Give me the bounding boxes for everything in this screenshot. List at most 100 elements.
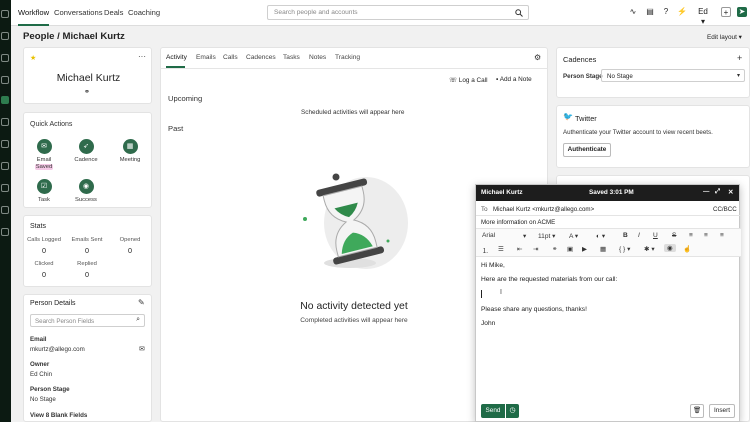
preview-icon[interactable]: ◉	[664, 244, 676, 252]
indent-icon[interactable]: ⇥	[533, 245, 539, 253]
nav-icon[interactable]	[1, 162, 9, 170]
nav-icon[interactable]	[1, 32, 9, 40]
tab-divider	[160, 68, 548, 69]
person-fields-search-input[interactable]: Search Person Fields ⌕	[30, 314, 145, 327]
email-value[interactable]: mkurtz@allego.com	[30, 346, 85, 353]
link-icon[interactable]: ⚭	[84, 88, 90, 96]
align-center-icon[interactable]: ≡	[704, 232, 708, 239]
hand-icon[interactable]: ☝	[683, 245, 691, 253]
body-greeting[interactable]: Hi Mike,	[481, 262, 505, 269]
nav-conversations[interactable]: Conversations	[54, 0, 103, 26]
send-icon[interactable]: ➤	[737, 7, 747, 17]
font-select[interactable]: Arial	[482, 232, 495, 239]
tab-calls[interactable]: Calls	[223, 54, 238, 61]
cadence-stage-select[interactable]: No Stage ▾	[601, 69, 745, 82]
align-left-icon[interactable]: ≡	[689, 232, 693, 239]
more-icon[interactable]: ···	[138, 52, 146, 61]
global-search-input[interactable]: Search people and accounts	[267, 5, 529, 20]
mail-icon[interactable]: ✉	[139, 345, 145, 353]
text-color-icon[interactable]: A ▾	[569, 232, 578, 240]
to-field[interactable]: Michael Kurtz <mkurtz@allego.com>	[493, 206, 594, 213]
authenticate-button[interactable]: Authenticate	[563, 143, 611, 157]
reports-icon[interactable]: ▤	[645, 7, 655, 17]
font-chevron-icon[interactable]: ▾	[523, 232, 526, 240]
nav-icon[interactable]	[1, 228, 9, 236]
rocket-icon: ➶	[78, 139, 94, 154]
insert-button[interactable]: Insert	[709, 404, 735, 418]
link-icon[interactable]: ⚭	[552, 245, 558, 253]
expand-icon[interactable]: ⤢	[715, 188, 720, 196]
people-icon[interactable]	[1, 96, 9, 104]
view-blank-fields-link[interactable]: View 8 Blank Fields	[30, 412, 87, 419]
quick-actions-card: Quick Actions ✉ Email Saved ➶ Cadence ▦ Meet…	[23, 112, 152, 208]
outdent-icon[interactable]: ⇤	[517, 245, 523, 253]
upcoming-empty-text: Scheduled activities will appear here	[301, 109, 405, 116]
minimize-icon[interactable]: —	[703, 188, 709, 195]
star-icon[interactable]: ★	[30, 54, 36, 62]
stage-value: No Stage	[30, 396, 56, 403]
nav-workflow[interactable]: Workflow	[18, 0, 50, 26]
code-icon[interactable]: { } ▾	[619, 245, 630, 253]
underline-icon[interactable]: U	[653, 232, 658, 239]
numbered-list-icon[interactable]: ⒈	[482, 245, 489, 255]
schedule-send-icon[interactable]: ◷	[506, 404, 519, 418]
body-line[interactable]: Here are the requested materials from ou…	[481, 276, 617, 283]
home-icon[interactable]	[1, 10, 9, 18]
breadcrumb-current: Michael Kurtz	[62, 31, 125, 42]
formatting-toolbar: Arial ▾ 11pt ▾ A ▾ ◐ ▾ B I U S ≡ ≡ ≡ ⒈ ☰…	[476, 228, 741, 257]
bolt-icon[interactable]: ⚡	[677, 7, 687, 17]
tab-emails[interactable]: Emails	[196, 54, 216, 61]
tab-tracking[interactable]: Tracking	[335, 54, 360, 61]
nav-coaching[interactable]: Coaching	[128, 0, 160, 26]
stats-card: Stats Calls Logged 0 Emails Sent 0 Opened 0…	[23, 215, 152, 287]
add-icon[interactable]: +	[737, 53, 742, 63]
bold-icon[interactable]: B	[623, 232, 628, 239]
nav-icon[interactable]	[1, 118, 9, 126]
delete-icon[interactable]: 🗑	[690, 404, 704, 418]
nav-icon[interactable]	[1, 140, 9, 148]
help-icon[interactable]: ?	[661, 7, 671, 17]
bullet-list-icon[interactable]: ☰	[498, 245, 504, 253]
table-icon[interactable]: ▦	[600, 245, 606, 253]
highlight-icon[interactable]: ◐ ▾	[596, 232, 605, 240]
add-icon[interactable]: +	[721, 7, 731, 17]
tab-activity[interactable]: Activity	[166, 54, 187, 61]
size-select[interactable]: 11pt ▾	[538, 232, 556, 240]
twitter-description: Authenticate your Twitter account to vie…	[563, 129, 713, 136]
composer-header[interactable]: Michael Kurtz Saved 3:01 PM — ⤢ ✕	[476, 185, 739, 201]
log-call-button[interactable]: ☏ Log a Call	[449, 76, 488, 84]
task-action[interactable]: ☑ Task	[24, 179, 64, 203]
breadcrumb-people[interactable]: People	[23, 31, 54, 42]
send-button[interactable]: Send	[481, 404, 505, 418]
edit-layout-button[interactable]: Edit layout ▾	[707, 33, 742, 41]
owner-value: Ed Chin	[30, 371, 53, 378]
align-right-icon[interactable]: ≡	[720, 232, 724, 239]
tab-notes[interactable]: Notes	[309, 54, 326, 61]
settings-icon[interactable]: ⚙	[534, 53, 541, 62]
cc-bcc-link[interactable]: CC/BCC	[713, 206, 737, 213]
edit-icon[interactable]: ✎	[138, 298, 145, 307]
activity-icon[interactable]: ∿	[628, 7, 638, 17]
add-note-button[interactable]: ▪ Add a Note	[496, 76, 532, 83]
special-char-icon[interactable]: ✱ ▾	[644, 245, 655, 253]
nav-icon[interactable]	[1, 184, 9, 192]
subject-field[interactable]: More information on ACME	[481, 219, 555, 226]
image-icon[interactable]: ▣	[567, 245, 573, 253]
strikethrough-icon[interactable]: S	[672, 232, 676, 239]
body-closing[interactable]: Please share any questions, thanks!	[481, 306, 587, 313]
email-action[interactable]: ✉ Email Saved	[24, 139, 64, 170]
success-action[interactable]: ◉ Success	[66, 179, 106, 203]
italic-icon[interactable]: I	[638, 232, 640, 239]
tab-tasks[interactable]: Tasks	[283, 54, 300, 61]
meeting-action[interactable]: ▦ Meeting	[110, 139, 150, 163]
nav-icon[interactable]	[1, 54, 9, 62]
user-menu[interactable]: Ed ▾	[695, 7, 711, 26]
nav-deals[interactable]: Deals	[104, 0, 123, 26]
body-signature[interactable]: John	[481, 320, 495, 327]
nav-icon[interactable]	[1, 76, 9, 84]
cadence-action[interactable]: ➶ Cadence	[66, 139, 106, 163]
tab-cadences[interactable]: Cadences	[246, 54, 276, 61]
video-icon[interactable]: ▶	[582, 245, 587, 253]
nav-icon[interactable]	[1, 206, 9, 214]
close-icon[interactable]: ✕	[728, 188, 733, 196]
